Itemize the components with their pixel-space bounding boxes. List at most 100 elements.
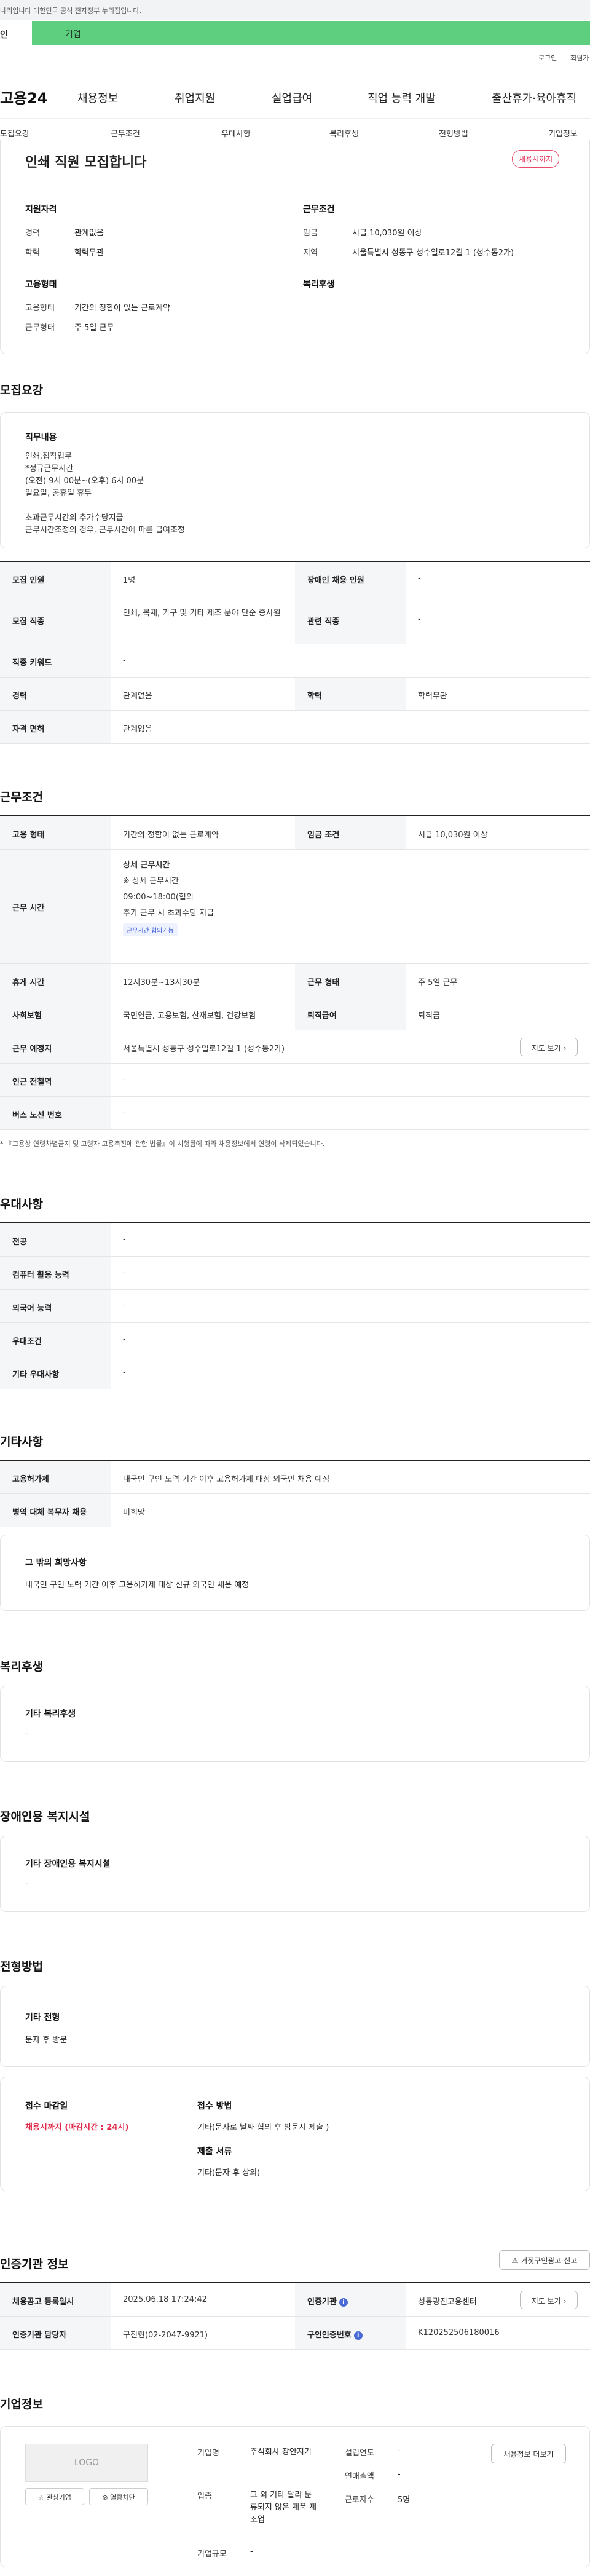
nav-item-skills[interactable]: 직업 능력 개발 <box>368 90 436 106</box>
cert-map-view-button[interactable]: 지도 보기 › <box>520 2291 578 2309</box>
tab-welfare[interactable]: 복리후생 <box>329 127 359 139</box>
row-value: - <box>123 1268 126 1278</box>
cert-section-title: 인증기관 정보 <box>0 2258 69 2271</box>
table-row: 직종 키워드 - <box>0 644 590 678</box>
info-icon[interactable]: i <box>353 2331 363 2340</box>
block-view-button[interactable]: ⊘ 열람차단 <box>89 2488 148 2505</box>
disabled-facility-section-title: 장애인용 복지시설 <box>0 1810 90 1823</box>
welfare-box-value: - <box>25 1729 28 1739</box>
registered-at-label: 채용공고 등록일시 <box>12 2297 74 2307</box>
work-section-title: 근무조건 <box>0 791 43 804</box>
company-section-title: 기업정보 <box>0 2398 43 2411</box>
row-value: - <box>418 574 421 583</box>
tab-company[interactable]: 기업정보 <box>548 127 578 139</box>
tab-preferences[interactable]: 우대사항 <box>221 127 251 139</box>
work-hours-subheading: ※ 상세 근무시간 <box>123 877 179 886</box>
favorite-company-label: 관심기업 <box>46 2494 71 2502</box>
work-hours-heading: 상세 근무시간 <box>123 861 170 870</box>
site-logo[interactable]: 고용24 <box>0 86 48 108</box>
map-view-button[interactable]: 지도 보기 › <box>520 1038 578 1056</box>
other-wishes-text: 내국인 구인 노력 기간 이후 고용허가제 대상 신규 외국인 채용 예정 <box>25 1581 250 1590</box>
favorite-company-button[interactable]: ☆ 관심기업 <box>25 2488 84 2505</box>
work-hours-label: 근무 시간 <box>12 904 45 913</box>
preferences-section-title: 우대사항 <box>0 1198 43 1211</box>
workplace-value: 서울특별시 성동구 성수일로12길 1 (성수동2가) <box>123 1045 285 1054</box>
founded-year-value: - <box>398 2446 401 2455</box>
negotiable-tag: 근무시간 협의가능 <box>123 923 178 936</box>
tab-company[interactable]: 기업 <box>32 21 590 45</box>
more-jobs-button[interactable]: 채용정보 더보기 <box>491 2444 566 2463</box>
nav-item-jobs[interactable]: 채용정보 <box>77 90 118 106</box>
info-icon[interactable]: i <box>339 2297 348 2307</box>
alert-icon: ⚠ <box>511 2256 521 2265</box>
job-title: 인쇄 직원 모집합니다 <box>25 155 147 170</box>
employee-count-label: 근로자수 <box>345 2495 374 2505</box>
insurance-value: 국민연금, 고용보험, 산재보험, 건강보험 <box>123 1011 256 1021</box>
break-time-value: 12시30분~13시30분 <box>123 978 200 987</box>
wage-label: 임금 <box>303 229 318 238</box>
login-link[interactable]: 로그인 <box>538 53 557 63</box>
company-size-label: 기업규모 <box>197 2550 227 2559</box>
tab-process[interactable]: 전형방법 <box>439 127 468 139</box>
company-logo: LOGO <box>25 2444 148 2482</box>
tab-person[interactable]: 인 <box>0 20 32 47</box>
main-navigation: 고용24 채용정보 취업지원 실업급여 직업 능력 개발 출산휴가·육아휴직 <box>0 80 590 111</box>
table-row: 외국어 능력 - <box>0 1290 590 1323</box>
block-view-label: 열람차단 <box>110 2494 135 2502</box>
join-link[interactable]: 회원가 <box>570 53 589 63</box>
break-time-label: 휴게 시간 <box>12 978 45 987</box>
map-view-label: 지도 보기 <box>531 1044 561 1053</box>
job-description-text: 인쇄,접착업무 *정규근무시간 (오전) 9시 00분~(오후) 6시 00분 … <box>25 452 185 535</box>
employment-heading: 고용형태 <box>25 280 57 290</box>
other-wishes-card: 그 밖의 희망사항 내국인 구인 노력 기간 이후 고용허가제 대상 신규 외국… <box>0 1535 590 1611</box>
job-description-heading: 직무내용 <box>25 433 57 443</box>
employment-type-value: 기간의 정함이 없는 근로계약 <box>74 304 170 313</box>
block-icon: ⊘ <box>102 2494 111 2502</box>
disabled-facility-value: - <box>25 1879 28 1889</box>
employment-type-label: 고용형태 <box>25 304 55 313</box>
nav-item-employment-support[interactable]: 취업지원 <box>175 90 215 106</box>
subway-value: - <box>123 1075 126 1085</box>
row-value: 관계없음 <box>123 692 152 701</box>
table-row: 인증기관 담당자 구진현(02-2047-9921) 구인인증번호 i K1202… <box>0 2317 590 2350</box>
row-value: 관계없음 <box>123 725 152 734</box>
area-value: 서울특별시 성동구 성수일로12길 1 (성수동2가) <box>352 248 514 258</box>
work-hours-extra: 추가 근무 시 초과수당 지급 <box>123 909 214 918</box>
table-row: 버스 노선 번호 - <box>0 1097 590 1130</box>
registered-at-value: 2025.06.18 17:24:42 <box>123 2295 207 2304</box>
tab-recruit[interactable]: 모집요강 <box>0 127 30 139</box>
job-description-card: 직무내용 인쇄,접착업무 *정규근무시간 (오전) 9시 00분~(오후) 6시… <box>0 412 590 548</box>
row-value: 인쇄, 목재, 가구 및 기타 제조 분야 단순 종사원 <box>123 609 281 618</box>
row-value: 1명 <box>123 576 136 585</box>
documents-label: 제출 서류 <box>197 2147 232 2157</box>
table-row: 사회보험 국민연금, 고용보험, 산재보험, 건강보험 퇴직급여 퇴직금 <box>0 997 590 1030</box>
table-row: 자격 면허 관계없음 <box>0 711 590 744</box>
nav-item-unemployment-benefit[interactable]: 실업급여 <box>272 90 312 106</box>
row-label: 모집 인원 <box>12 576 45 585</box>
row-value: - <box>123 1335 126 1344</box>
retirement-value: 퇴직금 <box>418 1011 440 1021</box>
process-heading: 기타 전형 <box>25 2013 60 2023</box>
tab-work-conditions[interactable]: 근무조건 <box>111 127 140 139</box>
disabled-facility-card: 기타 장애인용 복지시설 - <box>0 1836 590 1912</box>
method-value: 기타(문자로 날짜 협의 후 방문시 제출 ) <box>197 2123 329 2132</box>
row-value: - <box>123 1302 126 1311</box>
company-name-label: 기업명 <box>197 2449 219 2458</box>
career-value: 관계없음 <box>74 229 104 238</box>
report-false-ad-button[interactable]: ⚠ 거짓구인광고 신고 <box>499 2250 590 2270</box>
gov-notice-bar: 나리입니다 대한민국 공식 전자정부 누리집입니다. <box>0 0 590 20</box>
company-card: LOGO ☆ 관심기업 ⊘ 열람차단 기업명 주식회사 장안지기 업종 그 외 … <box>0 2426 590 2567</box>
education-label: 학력 <box>25 248 40 258</box>
report-false-ad-label: 거짓구인광고 신고 <box>521 2256 578 2265</box>
process-value: 문자 후 방문 <box>25 2036 68 2045</box>
nav-item-parental-leave[interactable]: 출산휴가·육아휴직 <box>492 90 576 106</box>
industry-value: 그 외 기타 달리 분류되지 않은 제품 제조업 <box>250 2491 317 2524</box>
bus-value: - <box>123 1108 126 1118</box>
wage-label: 임금 조건 <box>307 831 340 840</box>
row-label: 외국어 능력 <box>12 1304 52 1313</box>
deadline-badge: 채용시까지 <box>512 150 560 168</box>
table-row: 컴퓨터 활용 능력 - <box>0 1257 590 1290</box>
deadline-label: 접수 마감일 <box>25 2101 68 2111</box>
row-value: - <box>123 1368 126 1377</box>
application-card: 접수 마감일 채용시까지 (마감시간 : 24시) 접수 방법 기타(문자로 날… <box>0 2077 590 2191</box>
